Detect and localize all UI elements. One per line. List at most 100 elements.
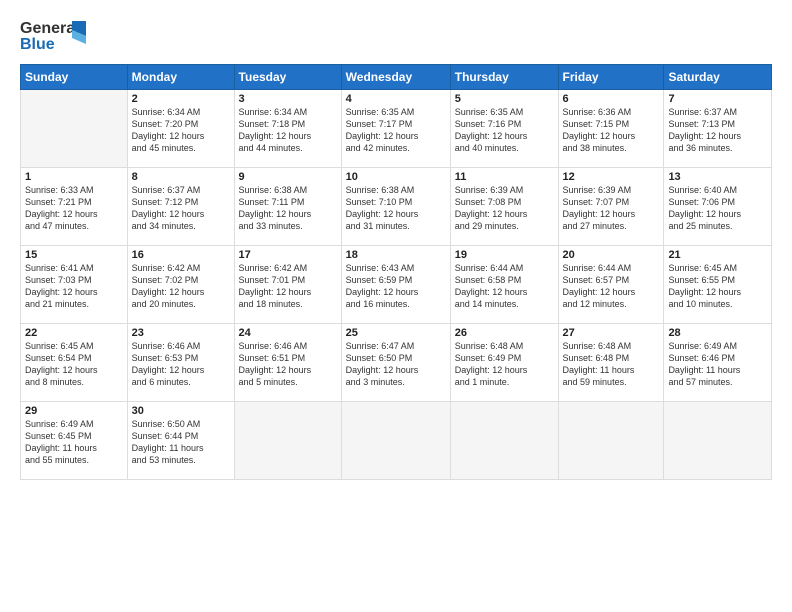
calendar: SundayMondayTuesdayWednesdayThursdayFrid… xyxy=(20,64,772,480)
day-number: 26 xyxy=(455,327,554,339)
day-number: 12 xyxy=(563,171,660,183)
cell-content: Sunrise: 6:44 AM Sunset: 6:57 PM Dayligh… xyxy=(563,262,660,311)
calendar-cell: 16Sunrise: 6:42 AM Sunset: 7:02 PM Dayli… xyxy=(127,246,234,324)
cell-content: Sunrise: 6:33 AM Sunset: 7:21 PM Dayligh… xyxy=(25,184,123,233)
day-number: 27 xyxy=(563,327,660,339)
calendar-cell: 21Sunrise: 6:45 AM Sunset: 6:55 PM Dayli… xyxy=(664,246,772,324)
calendar-cell: 23Sunrise: 6:46 AM Sunset: 6:53 PM Dayli… xyxy=(127,324,234,402)
calendar-week-2: 15Sunrise: 6:41 AM Sunset: 7:03 PM Dayli… xyxy=(21,246,772,324)
cell-content: Sunrise: 6:48 AM Sunset: 6:49 PM Dayligh… xyxy=(455,340,554,389)
cell-content: Sunrise: 6:44 AM Sunset: 6:58 PM Dayligh… xyxy=(455,262,554,311)
day-number: 18 xyxy=(346,249,446,261)
calendar-header-row: SundayMondayTuesdayWednesdayThursdayFrid… xyxy=(21,65,772,90)
calendar-cell: 10Sunrise: 6:38 AM Sunset: 7:10 PM Dayli… xyxy=(341,168,450,246)
day-number: 22 xyxy=(25,327,123,339)
cell-content: Sunrise: 6:34 AM Sunset: 7:20 PM Dayligh… xyxy=(132,106,230,155)
calendar-cell: 29Sunrise: 6:49 AM Sunset: 6:45 PM Dayli… xyxy=(21,402,128,480)
calendar-cell: 20Sunrise: 6:44 AM Sunset: 6:57 PM Dayli… xyxy=(558,246,664,324)
day-number: 28 xyxy=(668,327,767,339)
cell-content: Sunrise: 6:45 AM Sunset: 6:55 PM Dayligh… xyxy=(668,262,767,311)
cell-content: Sunrise: 6:35 AM Sunset: 7:16 PM Dayligh… xyxy=(455,106,554,155)
day-number: 4 xyxy=(346,93,446,105)
cell-content: Sunrise: 6:38 AM Sunset: 7:10 PM Dayligh… xyxy=(346,184,446,233)
cell-content: Sunrise: 6:39 AM Sunset: 7:07 PM Dayligh… xyxy=(563,184,660,233)
cell-content: Sunrise: 6:47 AM Sunset: 6:50 PM Dayligh… xyxy=(346,340,446,389)
page: GeneralBlue SundayMondayTuesdayWednesday… xyxy=(0,0,792,612)
calendar-cell: 3Sunrise: 6:34 AM Sunset: 7:18 PM Daylig… xyxy=(234,90,341,168)
calendar-cell: 17Sunrise: 6:42 AM Sunset: 7:01 PM Dayli… xyxy=(234,246,341,324)
calendar-week-1: 1Sunrise: 6:33 AM Sunset: 7:21 PM Daylig… xyxy=(21,168,772,246)
cell-content: Sunrise: 6:48 AM Sunset: 6:48 PM Dayligh… xyxy=(563,340,660,389)
svg-text:Blue: Blue xyxy=(20,36,55,53)
calendar-cell: 25Sunrise: 6:47 AM Sunset: 6:50 PM Dayli… xyxy=(341,324,450,402)
col-header-saturday: Saturday xyxy=(664,65,772,90)
cell-content: Sunrise: 6:37 AM Sunset: 7:13 PM Dayligh… xyxy=(668,106,767,155)
calendar-cell: 7Sunrise: 6:37 AM Sunset: 7:13 PM Daylig… xyxy=(664,90,772,168)
calendar-cell: 13Sunrise: 6:40 AM Sunset: 7:06 PM Dayli… xyxy=(664,168,772,246)
cell-content: Sunrise: 6:43 AM Sunset: 6:59 PM Dayligh… xyxy=(346,262,446,311)
day-number: 13 xyxy=(668,171,767,183)
svg-text:General: General xyxy=(20,20,80,37)
calendar-week-3: 22Sunrise: 6:45 AM Sunset: 6:54 PM Dayli… xyxy=(21,324,772,402)
calendar-cell xyxy=(341,402,450,480)
calendar-cell xyxy=(558,402,664,480)
calendar-cell xyxy=(450,402,558,480)
cell-content: Sunrise: 6:49 AM Sunset: 6:45 PM Dayligh… xyxy=(25,418,123,467)
cell-content: Sunrise: 6:40 AM Sunset: 7:06 PM Dayligh… xyxy=(668,184,767,233)
calendar-cell: 27Sunrise: 6:48 AM Sunset: 6:48 PM Dayli… xyxy=(558,324,664,402)
cell-content: Sunrise: 6:36 AM Sunset: 7:15 PM Dayligh… xyxy=(563,106,660,155)
calendar-cell: 15Sunrise: 6:41 AM Sunset: 7:03 PM Dayli… xyxy=(21,246,128,324)
cell-content: Sunrise: 6:34 AM Sunset: 7:18 PM Dayligh… xyxy=(239,106,337,155)
day-number: 15 xyxy=(25,249,123,261)
cell-content: Sunrise: 6:39 AM Sunset: 7:08 PM Dayligh… xyxy=(455,184,554,233)
col-header-sunday: Sunday xyxy=(21,65,128,90)
day-number: 7 xyxy=(668,93,767,105)
calendar-cell: 22Sunrise: 6:45 AM Sunset: 6:54 PM Dayli… xyxy=(21,324,128,402)
calendar-cell: 24Sunrise: 6:46 AM Sunset: 6:51 PM Dayli… xyxy=(234,324,341,402)
day-number: 20 xyxy=(563,249,660,261)
col-header-wednesday: Wednesday xyxy=(341,65,450,90)
col-header-tuesday: Tuesday xyxy=(234,65,341,90)
calendar-cell: 26Sunrise: 6:48 AM Sunset: 6:49 PM Dayli… xyxy=(450,324,558,402)
calendar-cell: 5Sunrise: 6:35 AM Sunset: 7:16 PM Daylig… xyxy=(450,90,558,168)
cell-content: Sunrise: 6:46 AM Sunset: 6:51 PM Dayligh… xyxy=(239,340,337,389)
col-header-friday: Friday xyxy=(558,65,664,90)
calendar-cell xyxy=(234,402,341,480)
day-number: 30 xyxy=(132,405,230,417)
calendar-cell xyxy=(664,402,772,480)
cell-content: Sunrise: 6:41 AM Sunset: 7:03 PM Dayligh… xyxy=(25,262,123,311)
day-number: 19 xyxy=(455,249,554,261)
day-number: 3 xyxy=(239,93,337,105)
calendar-cell: 30Sunrise: 6:50 AM Sunset: 6:44 PM Dayli… xyxy=(127,402,234,480)
calendar-cell: 6Sunrise: 6:36 AM Sunset: 7:15 PM Daylig… xyxy=(558,90,664,168)
day-number: 29 xyxy=(25,405,123,417)
day-number: 24 xyxy=(239,327,337,339)
calendar-cell: 12Sunrise: 6:39 AM Sunset: 7:07 PM Dayli… xyxy=(558,168,664,246)
cell-content: Sunrise: 6:42 AM Sunset: 7:01 PM Dayligh… xyxy=(239,262,337,311)
day-number: 8 xyxy=(132,171,230,183)
calendar-cell: 28Sunrise: 6:49 AM Sunset: 6:46 PM Dayli… xyxy=(664,324,772,402)
day-number: 17 xyxy=(239,249,337,261)
logo: GeneralBlue xyxy=(20,16,90,56)
calendar-cell: 11Sunrise: 6:39 AM Sunset: 7:08 PM Dayli… xyxy=(450,168,558,246)
calendar-cell: 1Sunrise: 6:33 AM Sunset: 7:21 PM Daylig… xyxy=(21,168,128,246)
day-number: 1 xyxy=(25,171,123,183)
day-number: 10 xyxy=(346,171,446,183)
cell-content: Sunrise: 6:46 AM Sunset: 6:53 PM Dayligh… xyxy=(132,340,230,389)
day-number: 9 xyxy=(239,171,337,183)
day-number: 11 xyxy=(455,171,554,183)
day-number: 23 xyxy=(132,327,230,339)
day-number: 25 xyxy=(346,327,446,339)
day-number: 2 xyxy=(132,93,230,105)
cell-content: Sunrise: 6:45 AM Sunset: 6:54 PM Dayligh… xyxy=(25,340,123,389)
day-number: 5 xyxy=(455,93,554,105)
calendar-cell: 8Sunrise: 6:37 AM Sunset: 7:12 PM Daylig… xyxy=(127,168,234,246)
calendar-week-4: 29Sunrise: 6:49 AM Sunset: 6:45 PM Dayli… xyxy=(21,402,772,480)
calendar-week-0: 2Sunrise: 6:34 AM Sunset: 7:20 PM Daylig… xyxy=(21,90,772,168)
day-number: 6 xyxy=(563,93,660,105)
header: GeneralBlue xyxy=(20,16,772,56)
day-number: 16 xyxy=(132,249,230,261)
calendar-cell: 4Sunrise: 6:35 AM Sunset: 7:17 PM Daylig… xyxy=(341,90,450,168)
calendar-cell: 2Sunrise: 6:34 AM Sunset: 7:20 PM Daylig… xyxy=(127,90,234,168)
calendar-cell: 9Sunrise: 6:38 AM Sunset: 7:11 PM Daylig… xyxy=(234,168,341,246)
